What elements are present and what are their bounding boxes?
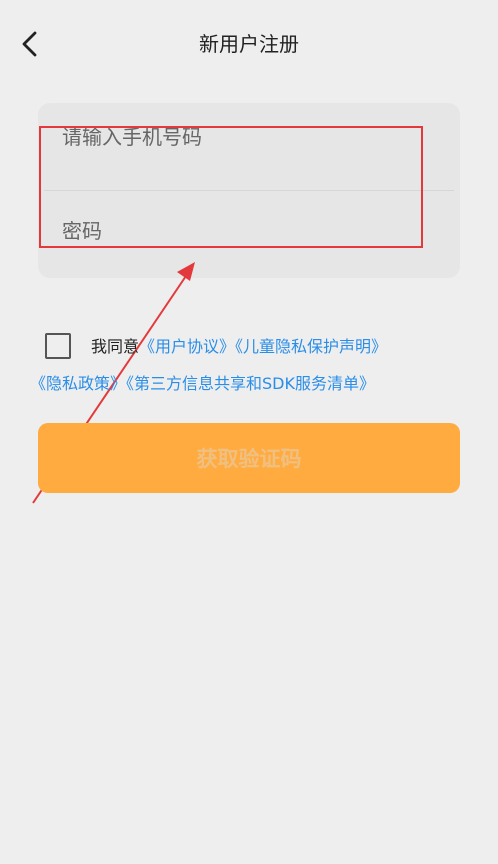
- header: 新用户注册: [0, 0, 498, 88]
- agreement-prefix: 我同意: [91, 337, 140, 356]
- password-input[interactable]: [62, 201, 442, 261]
- password-field: [38, 191, 460, 277]
- agreement-links-row: 《隐私政策》《第三方信息共享和SDK服务清单》: [30, 373, 375, 395]
- agreement-text: 我同意《用户协议》《儿童隐私保护声明》: [91, 336, 387, 358]
- agree-checkbox[interactable]: [45, 333, 71, 359]
- third-party-sdk-link[interactable]: 《第三方信息共享和SDK服务清单》: [126, 374, 375, 393]
- phone-field: [38, 103, 460, 189]
- phone-input[interactable]: [62, 107, 442, 167]
- get-verification-code-button[interactable]: 获取验证码: [38, 423, 460, 493]
- privacy-policy-link[interactable]: 《隐私政策》: [30, 374, 126, 393]
- login-form-card: [38, 103, 460, 278]
- child-privacy-link[interactable]: 《儿童隐私保护声明》: [235, 337, 387, 356]
- user-agreement-link[interactable]: 《用户协议》: [139, 337, 235, 356]
- page-title: 新用户注册: [199, 32, 299, 56]
- agreement-row: 我同意《用户协议》《儿童隐私保护声明》: [45, 333, 485, 361]
